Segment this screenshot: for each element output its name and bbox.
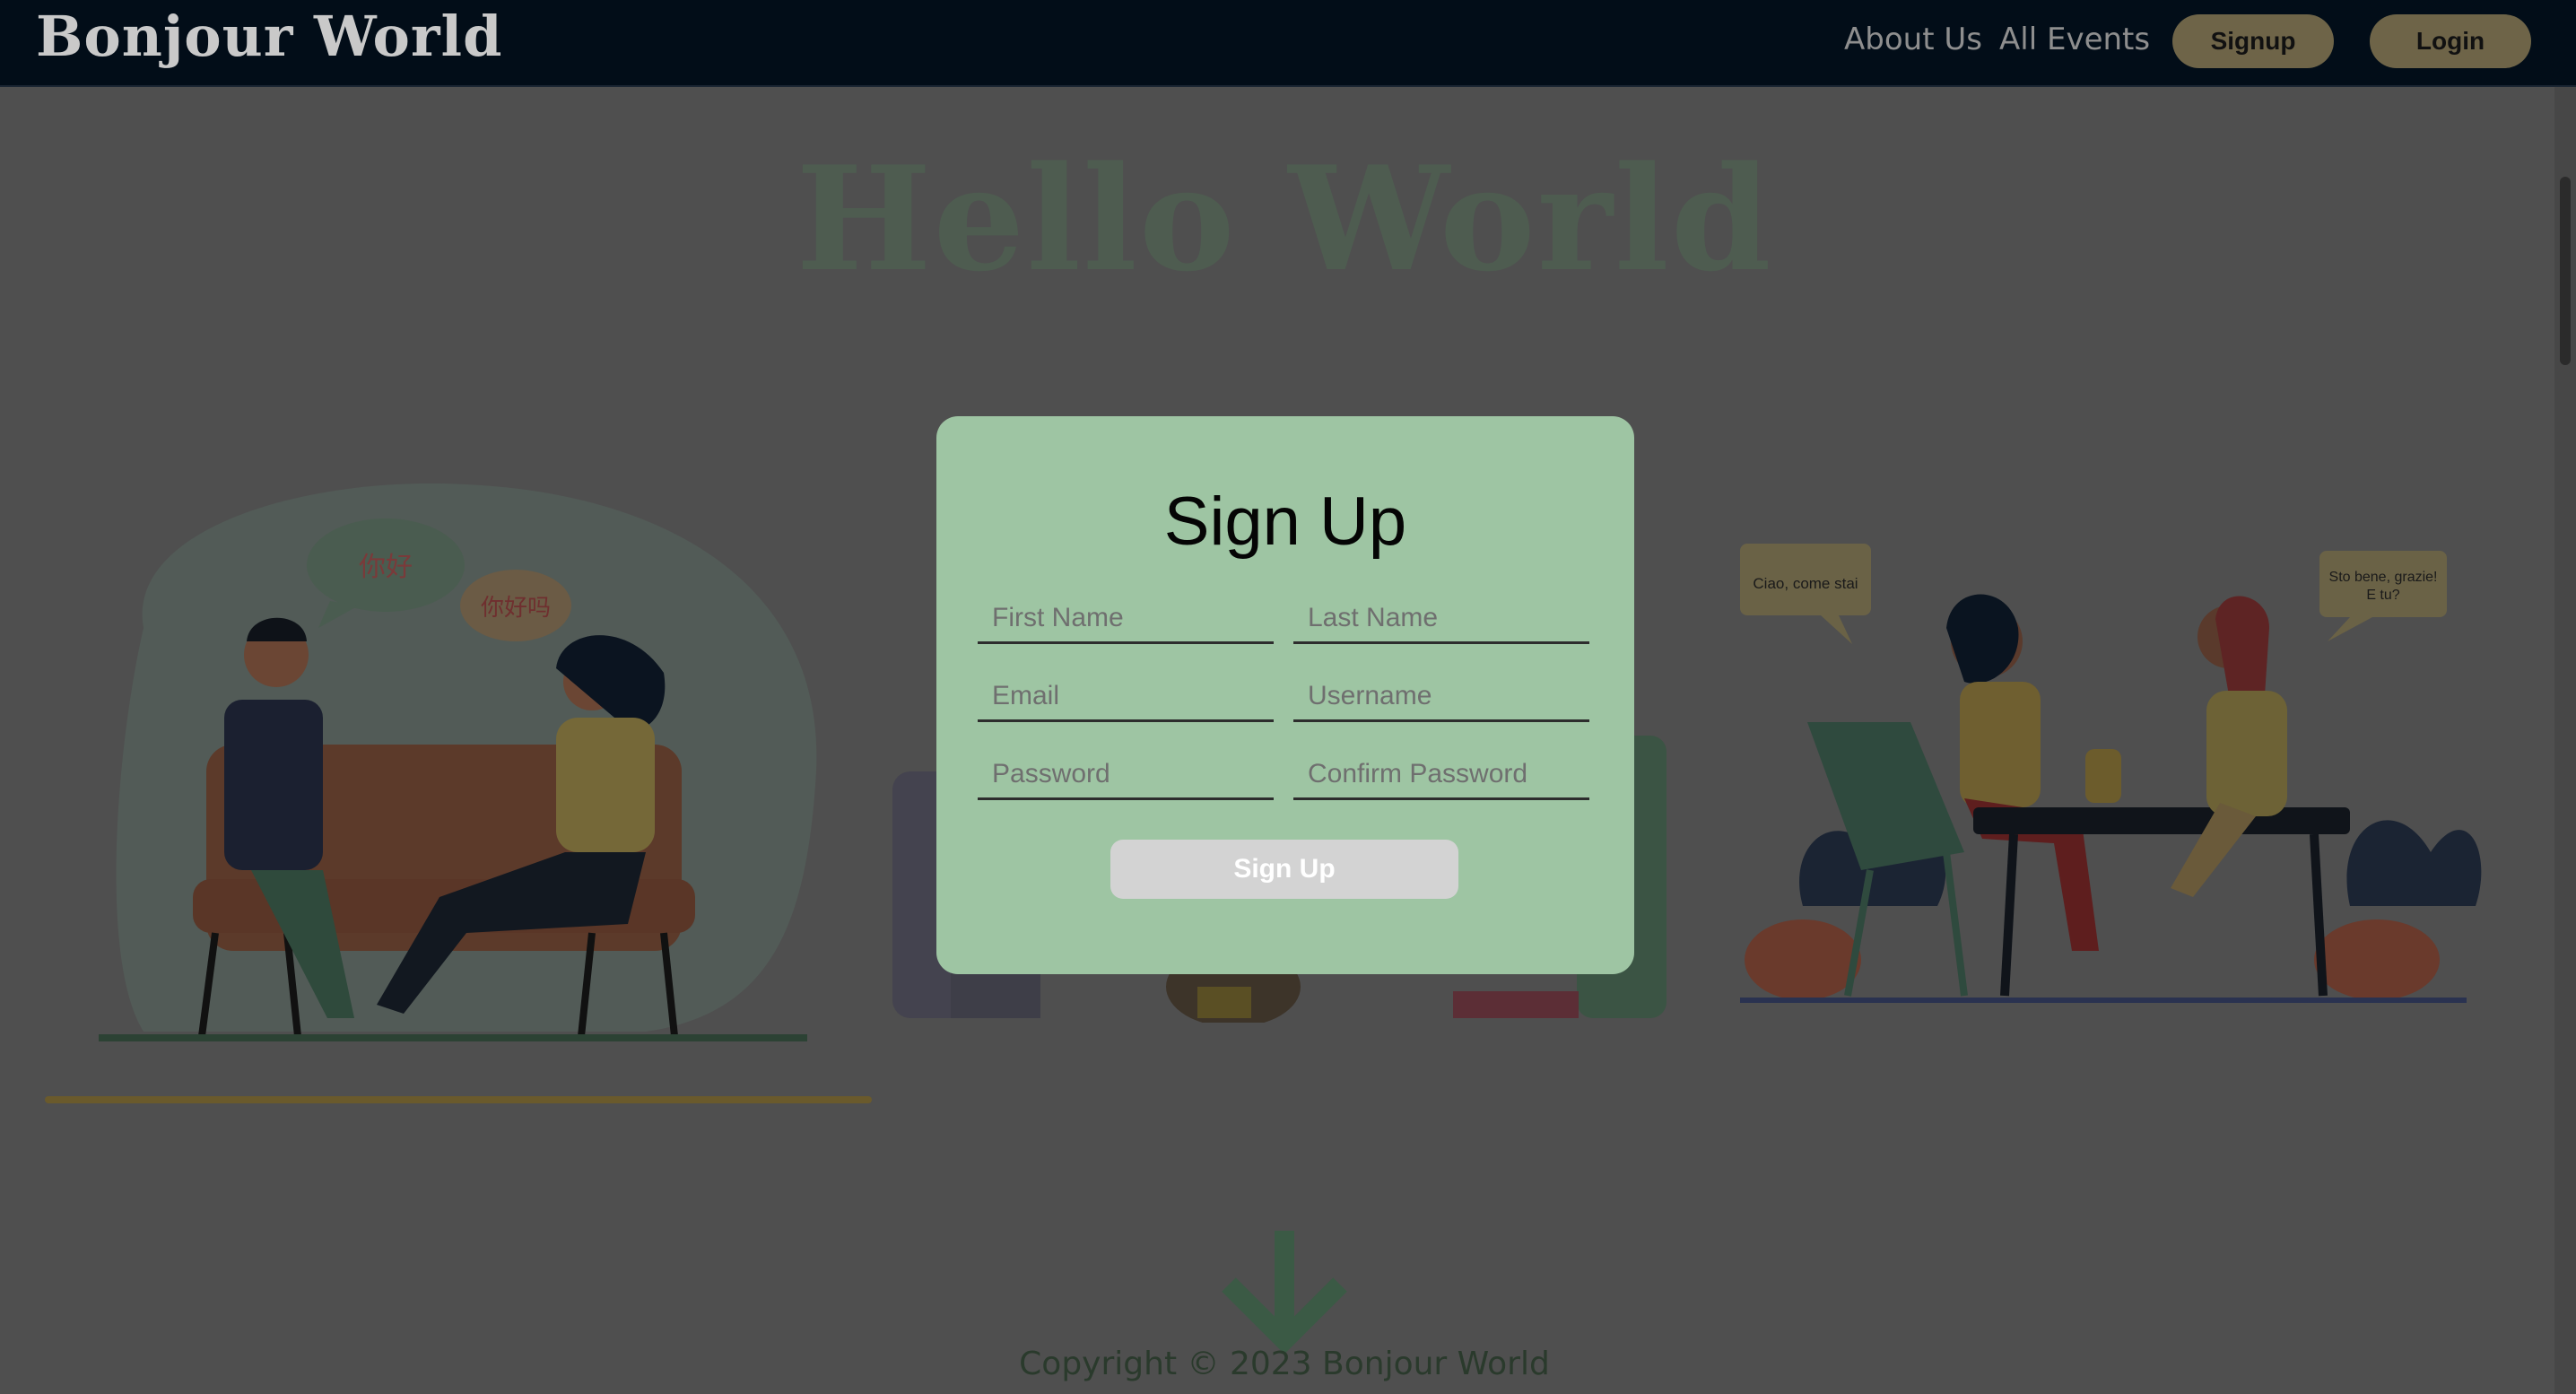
illustration-couple-on-sofa: 你好 你好吗 [99, 483, 817, 1041]
brand-logo[interactable]: Bonjour World [36, 4, 502, 69]
nav-link-all-events[interactable]: All Events [1999, 22, 2150, 57]
navbar: Bonjour World About Us All Events Signup… [0, 0, 2576, 87]
signup-button[interactable]: Signup [2172, 14, 2334, 68]
username-field[interactable] [1293, 672, 1589, 722]
footer-copyright: Copyright © 2023 Bonjour World [1019, 1346, 1550, 1382]
password-field[interactable] [978, 750, 1274, 800]
nav-link-about-us[interactable]: About Us [1844, 22, 1982, 57]
signup-submit-button[interactable]: Sign Up [1110, 840, 1458, 899]
email-field[interactable] [978, 672, 1274, 722]
speech-bubble-text: 你好吗 [481, 595, 551, 622]
scroll-down-arrow-icon[interactable] [1222, 1229, 1347, 1355]
speech-bubble-text: Ciao, come stai [1753, 575, 1858, 592]
first-name-field[interactable] [978, 594, 1274, 644]
decorative-gold-line [45, 1096, 872, 1103]
speech-bubble-text: 你好 [359, 552, 413, 583]
signup-modal: Sign Up Sign Up [936, 416, 1634, 974]
login-button[interactable]: Login [2370, 14, 2531, 68]
confirm-password-field[interactable] [1293, 750, 1589, 800]
speech-bubble-text: Sto bene, grazie! [2329, 570, 2438, 585]
hero-title: Hello World [796, 135, 1773, 303]
speech-bubble-text: E tu? [2366, 588, 2399, 603]
illustration-cafe-conversation: Ciao, come stai Sto bene, grazie! E tu? [1740, 544, 2482, 1003]
modal-title: Sign Up [1163, 484, 1407, 560]
last-name-field[interactable] [1293, 594, 1589, 644]
